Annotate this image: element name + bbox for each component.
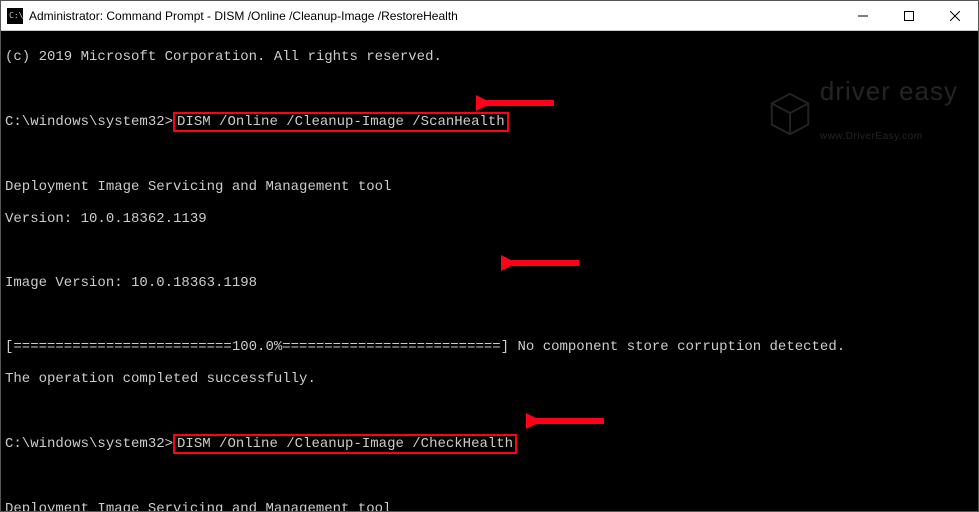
watermark-url: www.DriverEasy.com [820, 129, 958, 145]
terminal-line: Image Version: 10.0.18363.1198 [5, 275, 974, 291]
terminal-line: [==========================100.0%=======… [5, 339, 974, 355]
svg-text:C:\: C:\ [9, 11, 23, 20]
terminal-line: The operation completed successfully. [5, 371, 974, 387]
command-line-1: C:\windows\system32>DISM /Online /Cleanu… [5, 113, 974, 131]
terminal-line: Deployment Image Servicing and Managemen… [5, 501, 974, 511]
annotation-arrow-3 [526, 376, 606, 466]
highlighted-command-checkhealth: DISM /Online /Cleanup-Image /CheckHealth [173, 434, 517, 454]
annotation-arrow-2 [501, 218, 581, 308]
window-title: Administrator: Command Prompt - DISM /On… [29, 9, 458, 23]
command-line-2: C:\windows\system32>DISM /Online /Cleanu… [5, 435, 974, 453]
maximize-button[interactable] [886, 1, 932, 30]
close-button[interactable] [932, 1, 978, 30]
prompt-text: C:\windows\system32> [5, 114, 173, 130]
terminal-output[interactable]: (c) 2019 Microsoft Corporation. All righ… [1, 31, 978, 511]
prompt-text: C:\windows\system32> [5, 436, 173, 452]
cmd-icon: C:\ [7, 8, 23, 24]
terminal-line: (c) 2019 Microsoft Corporation. All righ… [5, 49, 974, 65]
terminal-line: Version: 10.0.18362.1139 [5, 211, 974, 227]
highlighted-command-scanhealth: DISM /Online /Cleanup-Image /ScanHealth [173, 112, 509, 132]
titlebar[interactable]: C:\ Administrator: Command Prompt - DISM… [1, 1, 978, 31]
minimize-button[interactable] [840, 1, 886, 30]
command-prompt-window: C:\ Administrator: Command Prompt - DISM… [0, 0, 979, 512]
terminal-line: Deployment Image Servicing and Managemen… [5, 179, 974, 195]
annotation-arrow-1 [476, 58, 556, 148]
window-controls [840, 1, 978, 30]
